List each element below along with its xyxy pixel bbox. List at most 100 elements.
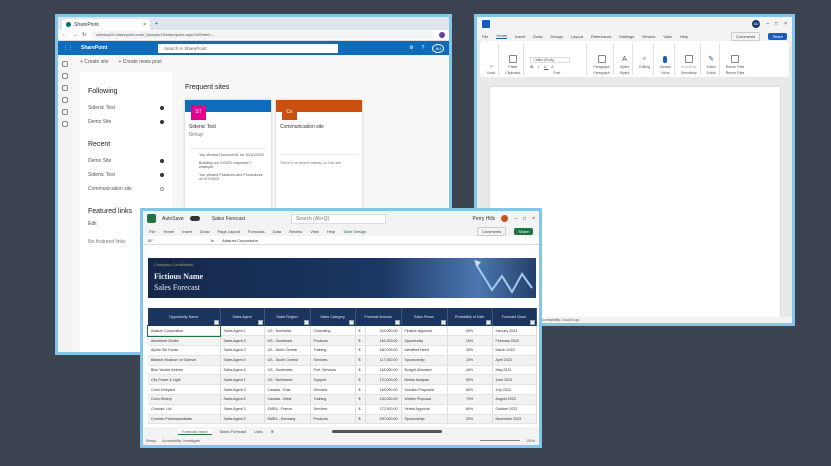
column-header[interactable]: Sales Category (310, 308, 356, 326)
table-cell[interactable]: 145,200.00 (365, 335, 402, 347)
table-cell[interactable]: 200,000.00 (365, 414, 402, 425)
table-cell[interactable]: Blue Yonder Airlines (148, 365, 221, 376)
table-cell[interactable]: Services (310, 404, 356, 415)
close-tab-icon[interactable]: × (143, 22, 146, 28)
accessibility-status[interactable]: Accessibility: Investigate (162, 439, 200, 443)
column-header[interactable]: Forecast Close (492, 308, 537, 326)
tab-home[interactable]: Home (496, 33, 508, 39)
table-cell[interactable]: Coho Winery (148, 394, 221, 405)
autosave-toggle[interactable] (189, 216, 200, 221)
tab-data[interactable]: Data (273, 229, 281, 234)
table-cell[interactable]: 90% (447, 326, 493, 337)
table-cell[interactable]: $ (355, 345, 366, 356)
editor-icon[interactable]: ✎ (708, 55, 714, 63)
table-cell[interactable]: Sales Agent 3 (220, 384, 265, 396)
table-cell[interactable]: $ (355, 414, 366, 425)
table-cell[interactable]: Identified Need (401, 345, 448, 356)
tab-references[interactable]: References (591, 34, 611, 39)
table-cell[interactable]: Sales Agent 2 (220, 345, 265, 356)
tab-file[interactable]: File (149, 229, 155, 234)
lists-icon[interactable] (62, 109, 68, 115)
table-cell[interactable]: Sales Agent 4 (220, 355, 265, 366)
table-cell[interactable]: 30% (447, 345, 493, 356)
files-icon[interactable] (62, 97, 68, 103)
column-header[interactable]: Probability of Sale (447, 308, 493, 326)
maximize-icon[interactable]: □ (775, 21, 778, 27)
tab-insert[interactable]: Insert (515, 34, 525, 39)
name-box[interactable]: B7 (148, 238, 178, 243)
column-header[interactable]: Opportunity Name (148, 308, 221, 326)
sensitivity-button[interactable]: Sensitivity (681, 65, 697, 69)
table-cell[interactable]: Training (310, 345, 356, 356)
star-icon[interactable] (160, 159, 164, 163)
undo-icon[interactable]: ↶ (490, 65, 493, 69)
star-icon[interactable] (160, 173, 164, 177)
sheet-tab-forecast-input[interactable]: Forecast Input (178, 428, 212, 435)
column-header[interactable]: Sales Phase (401, 308, 448, 326)
table-cell[interactable]: 20% (447, 414, 493, 425)
tab-review[interactable]: Review (289, 229, 302, 234)
following-item[interactable]: Demo Site (88, 115, 164, 129)
user-avatar[interactable]: AU (752, 20, 761, 28)
table-cell[interactable]: Sales Agent 3 (220, 335, 265, 347)
paragraph-button[interactable]: Paragraph (593, 65, 609, 69)
activity-item[interactable]: Building our COVID response + example (189, 161, 267, 169)
tab-layout[interactable]: Layout (571, 34, 583, 39)
help-icon[interactable]: ? (422, 45, 425, 51)
browser-tab[interactable]: SharePoint × (62, 19, 150, 30)
search-input[interactable]: Search (Alt+Q) (291, 213, 387, 224)
table-cell[interactable]: 130,000.00 (365, 394, 402, 405)
styles-icon[interactable]: A (622, 56, 627, 63)
filter-dropdown-icon[interactable] (348, 320, 354, 325)
paragraph-icon[interactable] (597, 55, 606, 63)
table-cell[interactable]: Coho Vineyard (148, 384, 221, 396)
table-cell[interactable]: 148,000.00 (365, 384, 402, 396)
sensitivity-icon[interactable] (684, 55, 693, 63)
search-input[interactable]: Search in SharePoint (158, 44, 338, 53)
tab-review[interactable]: Review (642, 34, 655, 39)
comments-button[interactable]: Comments (476, 226, 507, 236)
minimize-icon[interactable]: – (766, 21, 769, 27)
user-avatar[interactable] (501, 215, 509, 222)
create-icon[interactable] (62, 121, 68, 127)
table-cell[interactable]: $ (355, 365, 366, 376)
app-launcher-icon[interactable]: ⋮⋮ (63, 45, 73, 51)
zoom-slider[interactable] (480, 440, 521, 441)
tab-draw[interactable]: Draw (200, 229, 209, 234)
settings-icon[interactable]: ⚙ (409, 45, 413, 51)
table-cell[interactable]: Sales Agent 1 (220, 326, 265, 337)
table-cell[interactable]: City Power & Light (148, 374, 221, 386)
paste-button[interactable]: Paste (508, 65, 517, 69)
sheet-tab-sales-forecast[interactable]: Sales Forecast (220, 429, 247, 434)
function-icon[interactable]: fx (211, 238, 214, 243)
table-cell[interactable]: Adatum Corporation (147, 325, 221, 337)
table-cell[interactable]: Sales Agent 4 (220, 414, 265, 425)
table-cell[interactable]: 50% (447, 374, 493, 386)
table-cell[interactable]: Opportunity (401, 335, 448, 347)
minimize-icon[interactable]: – (514, 216, 517, 222)
tab-home[interactable]: Home (163, 229, 174, 234)
tab-design[interactable]: Design (550, 34, 562, 39)
new-tab-icon[interactable]: + (155, 21, 158, 27)
table-cell[interactable]: Products (310, 414, 356, 425)
reload-icon[interactable]: ↻ (82, 32, 86, 38)
microphone-icon[interactable] (663, 56, 668, 63)
create-site-button[interactable]: + Create site (80, 59, 109, 65)
activity-item[interactable]: You viewed Practices and Procedures on 9… (189, 173, 267, 181)
filter-dropdown-icon[interactable] (257, 320, 263, 325)
table-cell[interactable]: EMEA - France (264, 404, 311, 415)
file-name[interactable]: Sales Forecast (212, 216, 245, 222)
search-icon[interactable]: ⌕ (643, 56, 646, 63)
filter-dropdown-icon[interactable] (529, 320, 535, 325)
editing-button[interactable]: Editing (639, 65, 650, 69)
user-avatar[interactable]: AU (432, 43, 444, 53)
table-cell[interactable]: Sponsorship (401, 355, 448, 366)
sheet-tab-lists[interactable]: Lists (254, 429, 262, 434)
table-cell[interactable]: US - North Central (264, 345, 311, 356)
filter-dropdown-icon[interactable] (213, 320, 219, 325)
tab-insert[interactable]: Insert (182, 229, 192, 234)
recent-item[interactable]: Sidenic Test (88, 168, 164, 182)
table-cell[interactable]: $ (355, 374, 366, 386)
table-cell[interactable]: Services (310, 355, 356, 366)
recent-item[interactable]: Demo Site (88, 154, 164, 168)
